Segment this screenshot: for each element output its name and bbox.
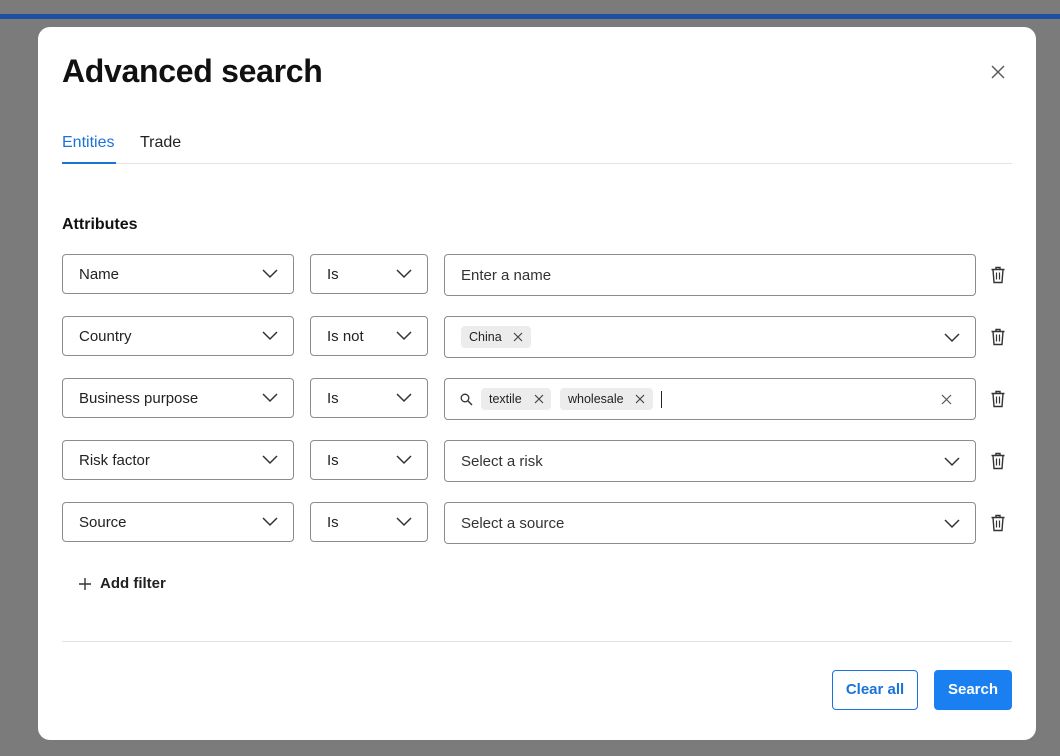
chip-remove-icon[interactable] [512,331,524,343]
app-top-bar [0,14,1060,19]
chip-textile: textile [481,388,551,410]
chip-remove-icon[interactable] [533,393,545,405]
trash-icon[interactable] [990,328,1006,346]
filter-row-source: Source Is Select a source [62,502,1012,544]
chevron-down-icon[interactable] [943,331,961,345]
filter-row-country: Country Is not China [62,316,1012,358]
operator-select-value: Is [327,452,339,469]
attribute-select-value: Business purpose [79,390,199,407]
operator-select-value: Is [327,390,339,407]
business-purpose-search-field[interactable]: textile wholesale [444,378,976,420]
dialog-title: Advanced search [62,53,323,89]
chevron-down-icon [262,331,278,341]
trash-icon[interactable] [990,514,1006,532]
tab-entities[interactable]: Entities [62,132,116,164]
filter-row-business-purpose: Business purpose Is textile wholesale [62,378,1012,420]
attribute-select-value: Source [79,514,127,531]
chevron-down-icon [396,455,412,465]
trash-icon[interactable] [990,266,1006,284]
operator-select-value: Is [327,514,339,531]
attribute-select-value: Name [79,266,120,283]
chip-china: China [461,326,531,348]
operator-select-value: Is [327,266,339,283]
source-select[interactable]: Select a source [444,502,976,544]
footer-divider [62,641,1012,642]
country-multiselect[interactable]: China [444,316,976,358]
chevron-down-icon [944,457,960,467]
chevron-down-icon [396,331,412,341]
chip-label: China [469,330,502,344]
attribute-select[interactable]: Risk factor [62,440,294,480]
operator-select[interactable]: Is [310,502,428,542]
risk-select[interactable]: Select a risk [444,440,976,482]
chevron-down-icon [262,455,278,465]
operator-select-value: Is not [327,328,364,345]
chip-wholesale: wholesale [560,388,653,410]
chevron-down-icon [396,393,412,403]
close-icon[interactable] [987,61,1009,83]
filter-row-name: Name Is [62,254,1012,296]
chip-label: wholesale [568,392,624,406]
risk-select-placeholder: Select a risk [461,453,543,470]
clear-all-button[interactable]: Clear all [832,670,918,710]
attribute-select[interactable]: Source [62,502,294,542]
attribute-select[interactable]: Business purpose [62,378,294,418]
operator-select[interactable]: Is [310,378,428,418]
attribute-select[interactable]: Country [62,316,294,356]
tab-trade[interactable]: Trade [140,132,181,164]
plus-icon [79,578,91,590]
trash-icon[interactable] [990,390,1006,408]
name-input[interactable] [446,256,974,294]
chevron-down-icon [396,517,412,527]
search-icon [460,393,473,406]
attributes-heading: Attributes [62,216,138,233]
attribute-select-value: Country [79,328,132,345]
source-select-placeholder: Select a source [461,515,565,532]
chevron-down-icon [944,519,960,529]
operator-select[interactable]: Is [310,254,428,294]
chevron-down-icon [262,269,278,279]
chip-remove-icon[interactable] [634,393,646,405]
chevron-down-icon [262,393,278,403]
attribute-select-value: Risk factor [79,452,150,469]
clear-icon[interactable] [940,393,953,406]
name-value-field [444,254,976,296]
text-cursor [661,391,662,408]
attribute-select[interactable]: Name [62,254,294,294]
tab-bar: Entities Trade [62,132,1012,164]
advanced-search-dialog: Advanced search Entities Trade Attribute… [38,27,1036,740]
trash-icon[interactable] [990,452,1006,470]
chip-label: textile [489,392,522,406]
chevron-down-icon [262,517,278,527]
add-filter-label: Add filter [100,575,166,592]
chevron-down-icon [396,269,412,279]
filter-row-risk-factor: Risk factor Is Select a risk [62,440,1012,482]
search-button[interactable]: Search [934,670,1012,710]
operator-select[interactable]: Is not [310,316,428,356]
operator-select[interactable]: Is [310,440,428,480]
